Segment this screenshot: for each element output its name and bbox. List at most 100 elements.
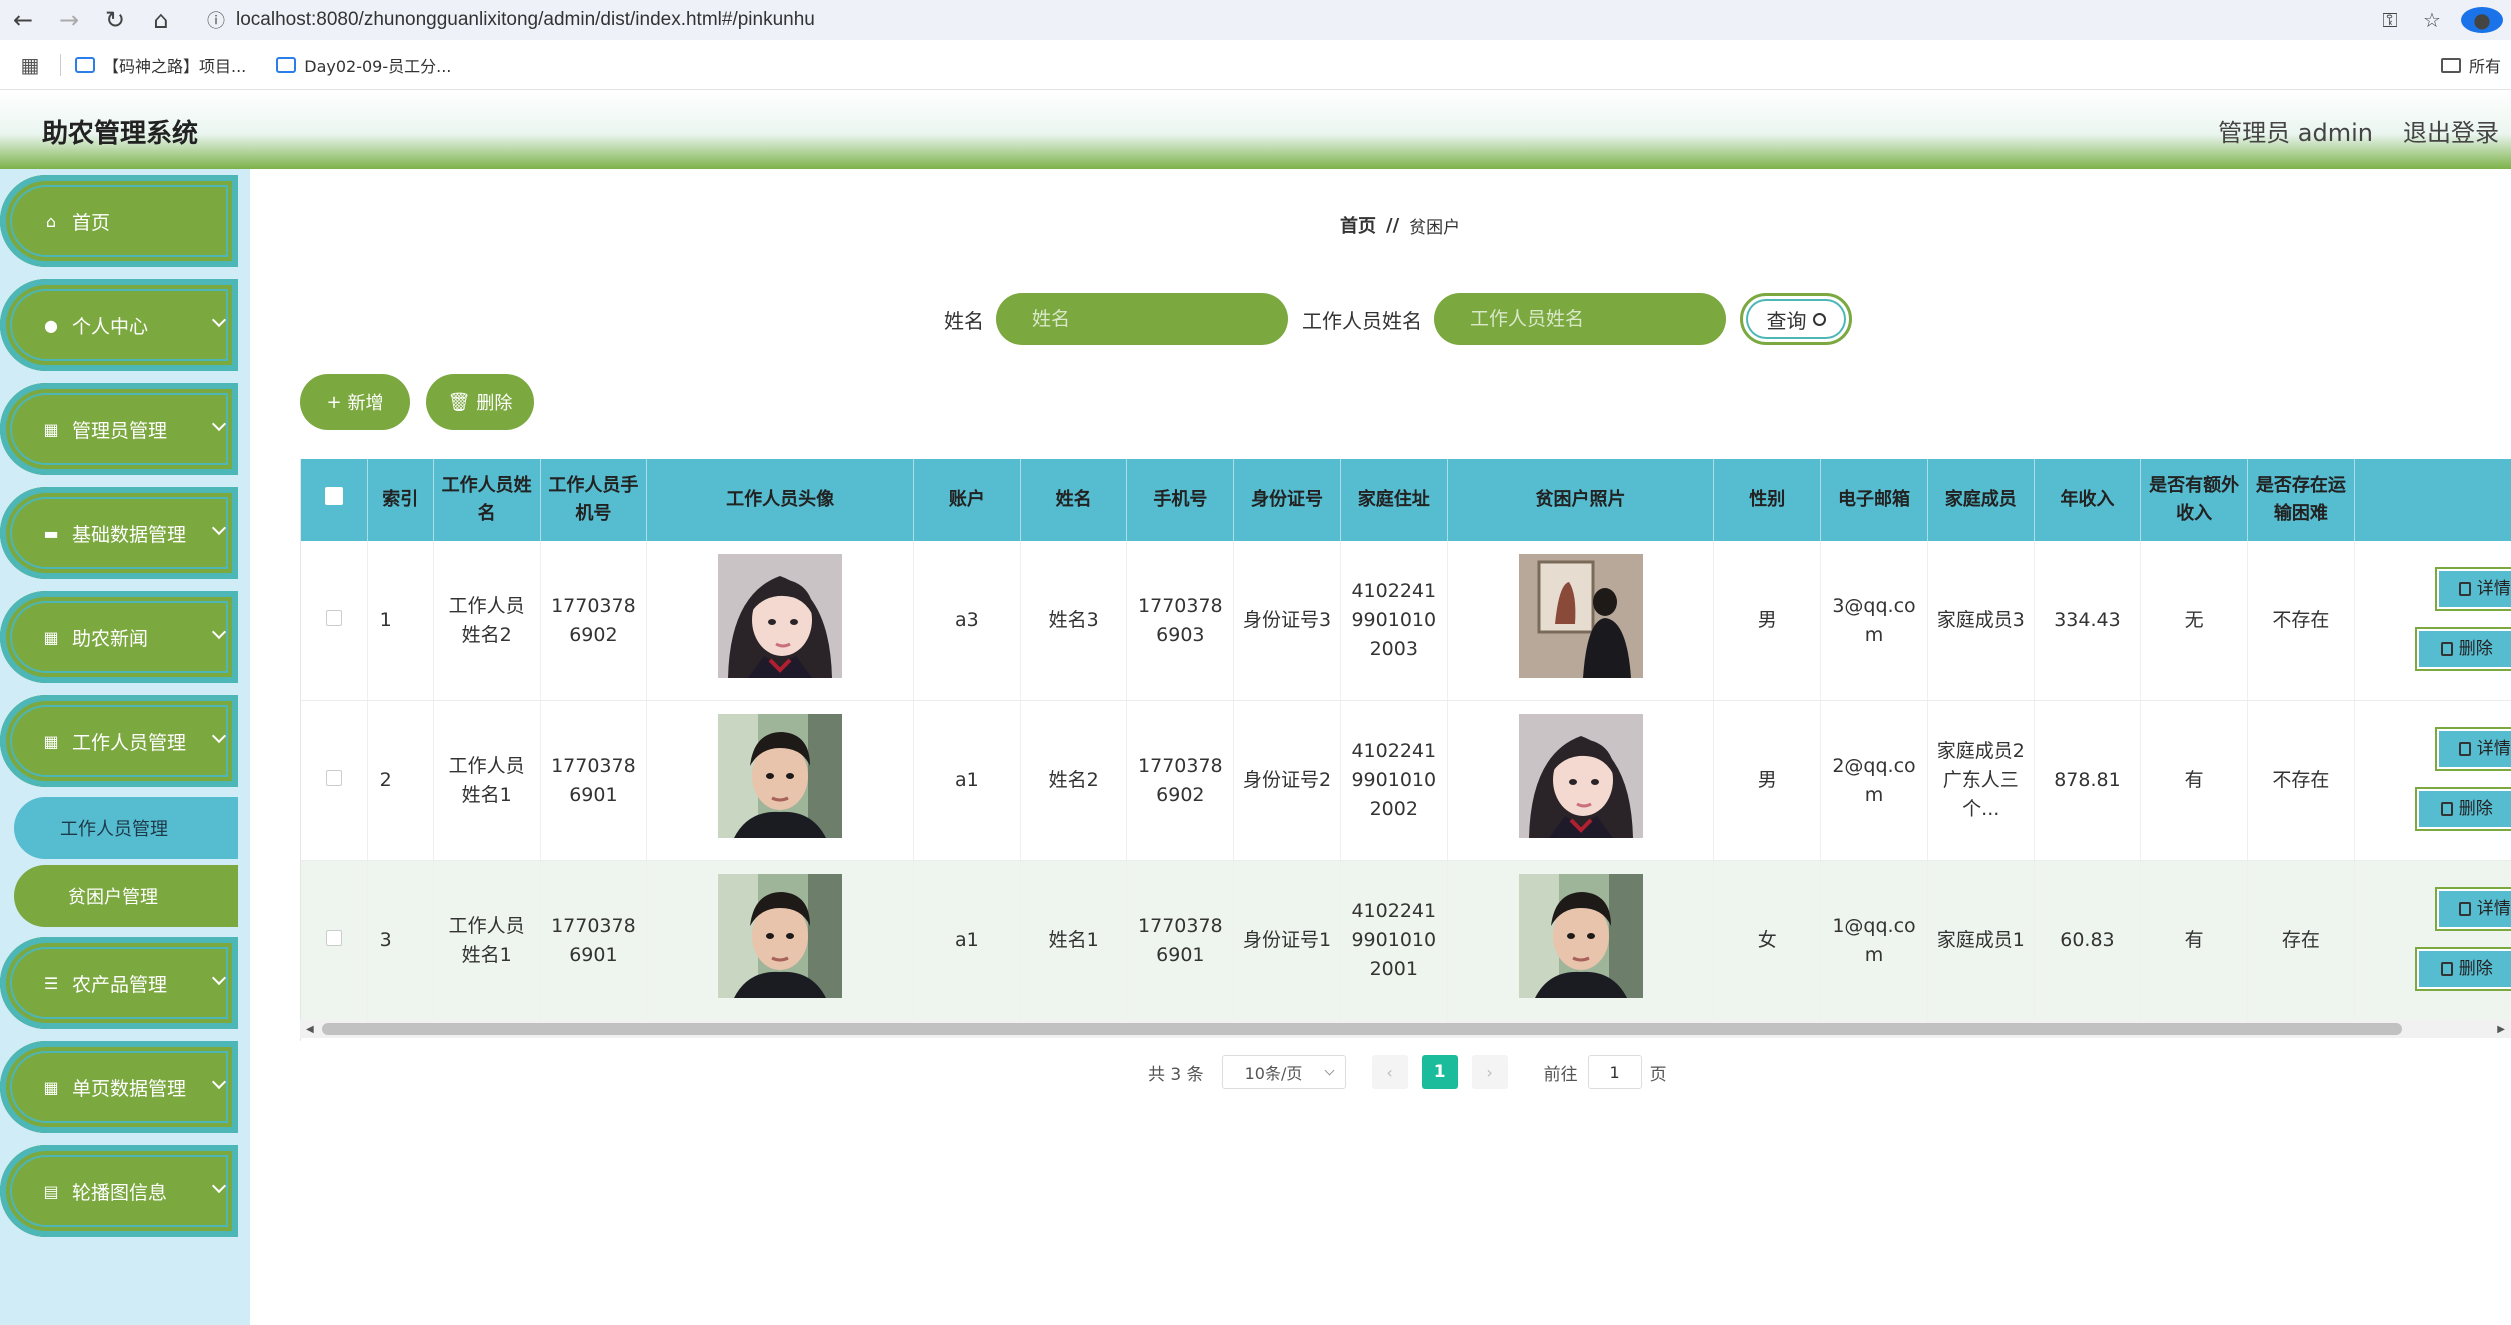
- sliders-icon: ☰: [43, 973, 59, 993]
- sidebar-item-admin-management[interactable]: ▦ 管理员管理: [0, 383, 238, 475]
- home-browser-icon[interactable]: ⌂: [138, 0, 184, 40]
- cell-address: 410224199010102001: [1340, 860, 1448, 1021]
- cell-address: 410224199010102003: [1340, 541, 1448, 701]
- cell-extra-income: 有: [2140, 700, 2249, 861]
- scrollbar-thumb[interactable]: [322, 1023, 2402, 1035]
- sidebar-item-label: 单页数据管理: [72, 1077, 187, 1100]
- folder-icon: [2440, 57, 2461, 73]
- row-checkbox[interactable]: [325, 770, 342, 786]
- data-table-container: 索引 工作人员姓名 工作人员手机号 工作人员头像 账户 姓名 手机号 身份证号 …: [300, 459, 2511, 1041]
- column-header: 手机号: [1126, 459, 1235, 541]
- sidebar-item-single-page-data[interactable]: ▦ 单页数据管理: [0, 1041, 238, 1133]
- chevron-down-icon: [211, 728, 227, 744]
- bookmark-item[interactable]: 【码神之路】项目...: [75, 53, 246, 77]
- staff-name-label: 工作人员姓名: [1302, 308, 1422, 333]
- detail-button[interactable]: 详情: [2434, 727, 2511, 771]
- row-checkbox[interactable]: [325, 610, 342, 626]
- sidebar-item-home[interactable]: ⌂ 首页: [0, 175, 238, 267]
- goto-page-input[interactable]: [1587, 1055, 1642, 1089]
- row-checkbox-cell[interactable]: [301, 541, 368, 701]
- star-icon[interactable]: ☆: [2411, 8, 2453, 32]
- add-label: 新增: [347, 393, 384, 414]
- breadcrumb-home[interactable]: 首页: [1340, 212, 1376, 238]
- sidebar-item-basic-data[interactable]: ▬ 基础数据管理: [0, 487, 238, 579]
- staff-avatar-image: [718, 874, 843, 1003]
- cell-family: 家庭成员3: [1927, 541, 2035, 701]
- search-icon: [1812, 312, 1826, 326]
- bookmark-label: Day02-09-员工分...: [304, 56, 452, 76]
- delete-label: 删除: [2458, 958, 2493, 979]
- sidebar-item-carousel[interactable]: ▤ 轮播图信息: [0, 1145, 238, 1237]
- scroll-left-icon[interactable]: ◀: [306, 1024, 314, 1035]
- sidebar-item-news[interactable]: ▦ 助农新闻: [0, 591, 238, 683]
- query-label: 查询: [1766, 308, 1807, 333]
- batch-delete-button[interactable]: 🗑︎ 删除: [426, 374, 534, 430]
- horizontal-scrollbar[interactable]: ◀ ▶: [300, 1020, 2511, 1038]
- search-form: 姓名 工作人员姓名 查询: [944, 293, 1852, 345]
- sidebar-item-products[interactable]: ☰ 农产品管理: [0, 937, 238, 1029]
- table-row[interactable]: 3 工作人员姓名1 17703786901 a1 姓名1 17703786901 身份证号1…: [301, 860, 2511, 1021]
- back-arrow-icon[interactable]: ←: [0, 0, 46, 40]
- tv-icon: [75, 56, 95, 73]
- select-all-header[interactable]: [301, 459, 368, 541]
- cell-family: 家庭成员2广东人三个...: [1927, 700, 2035, 861]
- info-icon[interactable]: ⓘ: [196, 7, 236, 33]
- profile-icon[interactable]: ●: [2461, 7, 2503, 33]
- select-all-checkbox[interactable]: [324, 487, 343, 505]
- chevron-down-icon: [211, 1074, 227, 1090]
- sidebar-item-personal-center[interactable]: ● 个人中心: [0, 279, 238, 371]
- row-delete-button[interactable]: 删除: [2414, 947, 2511, 991]
- column-header: 账户: [913, 459, 1021, 541]
- query-button[interactable]: 查询: [1740, 293, 1852, 345]
- sidebar-item-label: 管理员管理: [72, 419, 168, 442]
- goto-label: 前往: [1543, 1064, 1578, 1085]
- row-delete-button[interactable]: 删除: [2414, 787, 2511, 831]
- add-button[interactable]: + 新增: [300, 374, 410, 430]
- sidebar-item-label: 基础数据管理: [72, 523, 187, 546]
- chevron-down-icon: [211, 970, 227, 986]
- plus-icon: +: [326, 391, 342, 413]
- cell-transport: 不存在: [2247, 541, 2355, 701]
- next-page-button[interactable]: ›: [1471, 1055, 1508, 1089]
- column-header: 家庭成员: [1927, 459, 2035, 541]
- submenu-poor-household-management[interactable]: 贫困户管理: [14, 865, 238, 927]
- prev-page-button[interactable]: ‹: [1371, 1055, 1408, 1089]
- cell-income: 878.81: [2034, 700, 2142, 861]
- page-size-select[interactable]: 10条/页: [1221, 1055, 1346, 1089]
- apps-grid-icon[interactable]: ▦: [0, 53, 60, 77]
- page-number[interactable]: 1: [1421, 1055, 1458, 1089]
- key-icon[interactable]: ⚿: [2369, 8, 2411, 32]
- submenu-staff-management[interactable]: 工作人员管理: [14, 797, 238, 859]
- row-delete-button[interactable]: 删除: [2414, 627, 2511, 671]
- table-row[interactable]: 2 工作人员姓名1 17703786901 a1 姓名2 17703786902 身份证号2…: [301, 700, 2511, 861]
- table-row[interactable]: 1 工作人员姓名2 17703786902 a3 姓名3 17703786903 身份证号3…: [301, 541, 2511, 701]
- sidebar-item-staff-management[interactable]: ▦ 工作人员管理: [0, 695, 238, 787]
- chevron-down-icon: [211, 624, 227, 640]
- household-photo-image: [1518, 554, 1643, 683]
- reload-icon[interactable]: ↻: [92, 0, 138, 40]
- bookmark-item[interactable]: Day02-09-员工分...: [276, 53, 451, 77]
- url-text[interactable]: localhost:8080/zhunongguanlixitong/admin…: [236, 9, 815, 31]
- chevron-down-icon: [211, 1178, 227, 1194]
- document-icon: [2458, 902, 2471, 916]
- cell-id-no: 身份证号1: [1233, 860, 1341, 1021]
- cell-family: 家庭成员1: [1927, 860, 2035, 1021]
- staff-avatar-image: [718, 554, 843, 683]
- detail-button[interactable]: 详情: [2434, 887, 2511, 931]
- grid-icon: ▦: [43, 627, 59, 647]
- chevron-down-icon: [1324, 1065, 1335, 1076]
- column-header: 工作人员手机号: [540, 459, 648, 541]
- row-checkbox-cell[interactable]: [301, 700, 368, 861]
- staff-name-search-input[interactable]: [1434, 293, 1726, 345]
- all-bookmarks[interactable]: 所有: [2440, 40, 2501, 90]
- forward-arrow-icon[interactable]: →: [46, 0, 92, 40]
- scroll-right-icon[interactable]: ▶: [2497, 1024, 2505, 1035]
- row-checkbox-cell[interactable]: [301, 860, 368, 1021]
- cell-name: 姓名3: [1020, 541, 1128, 701]
- sidebar-item-label: 农产品管理: [72, 973, 168, 996]
- detail-button[interactable]: 详情: [2434, 567, 2511, 611]
- logout-link[interactable]: 退出登录: [2403, 113, 2499, 148]
- name-search-input[interactable]: [996, 293, 1288, 345]
- address-bar[interactable]: ⓘ localhost:8080/zhunongguanlixitong/adm…: [196, 3, 2446, 37]
- row-checkbox[interactable]: [325, 930, 342, 946]
